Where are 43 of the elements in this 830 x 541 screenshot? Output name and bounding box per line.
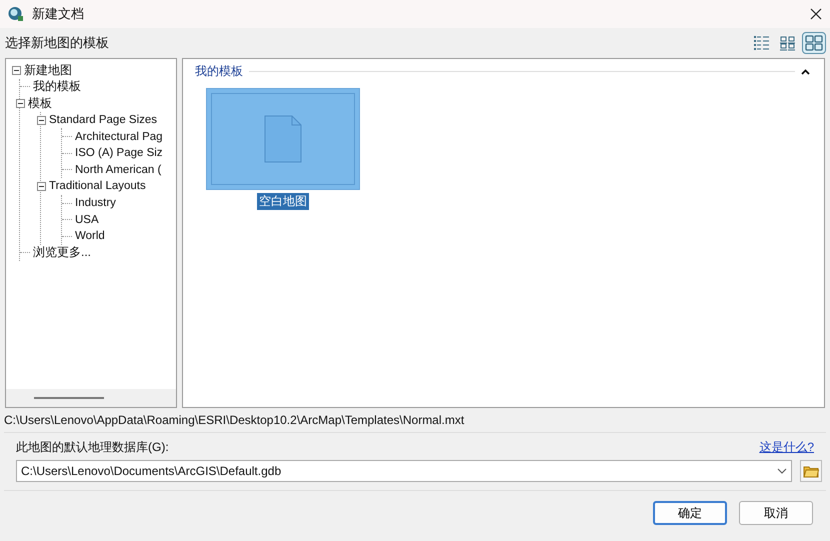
tree-item[interactable]: 我的模板 [33, 78, 81, 96]
minus-icon [39, 118, 44, 123]
app-globe-icon [8, 6, 24, 22]
tree-item[interactable]: Traditional Layouts [49, 180, 146, 192]
blank-page-icon [264, 115, 302, 163]
geodatabase-field[interactable]: C:\Users\Lenovo\Documents\ArcGIS\Default.gdb [16, 460, 792, 482]
window-title: 新建文档 [32, 5, 85, 23]
tree-toggle[interactable] [12, 66, 21, 75]
tree-item[interactable]: Industry [75, 197, 116, 210]
section-title: 我的模板 [195, 63, 243, 80]
details-view-icon [753, 35, 771, 51]
tree-item[interactable]: 新建地图 [24, 62, 72, 79]
tree-item[interactable]: USA [75, 214, 99, 226]
template-thumbnail[interactable] [206, 88, 360, 190]
close-icon[interactable] [810, 8, 822, 20]
dialog-button[interactable]: 确定 [653, 501, 727, 525]
collapse-caret-icon[interactable] [801, 68, 810, 74]
dialog-button[interactable]: 取消 [739, 501, 813, 525]
large-icons-view-icon [805, 35, 823, 51]
minus-icon [18, 100, 23, 106]
tree-item[interactable]: World [75, 230, 105, 242]
view-button[interactable] [802, 32, 826, 54]
minus-icon [39, 184, 44, 189]
tree-item[interactable]: ISO (A) Page Siz [75, 147, 163, 160]
dropdown-caret-icon [777, 468, 787, 474]
help-link[interactable]: 这是什么? [759, 439, 814, 456]
small-icons-view-icon [779, 35, 797, 51]
prompt-label: 选择新地图的模板 [5, 34, 109, 52]
tree-item[interactable]: Architectural Pag [75, 130, 163, 143]
browse-button[interactable] [800, 460, 822, 482]
tree-item[interactable]: Standard Page Sizes [49, 114, 158, 126]
tree-toggle[interactable] [37, 116, 46, 125]
tree-item[interactable]: North American ( [75, 164, 162, 176]
horizontal-scrollbar[interactable] [6, 389, 176, 407]
tree-item[interactable]: 模板 [28, 94, 52, 112]
template-path: C:\Users\Lenovo\AppData\Roaming\ESRI\Desktop10.2\ArcMap\Templates\Normal.mxt [4, 413, 464, 427]
template-label: 空白地图 [257, 193, 309, 210]
tree-toggle[interactable] [16, 98, 25, 108]
tree-item[interactable]: 浏览更多... [33, 244, 92, 262]
minus-icon [14, 68, 19, 73]
geodatabase-label: 此地图的默认地理数据库(G): [16, 439, 169, 456]
tree-toggle[interactable] [37, 182, 46, 191]
folder-icon [803, 464, 819, 478]
